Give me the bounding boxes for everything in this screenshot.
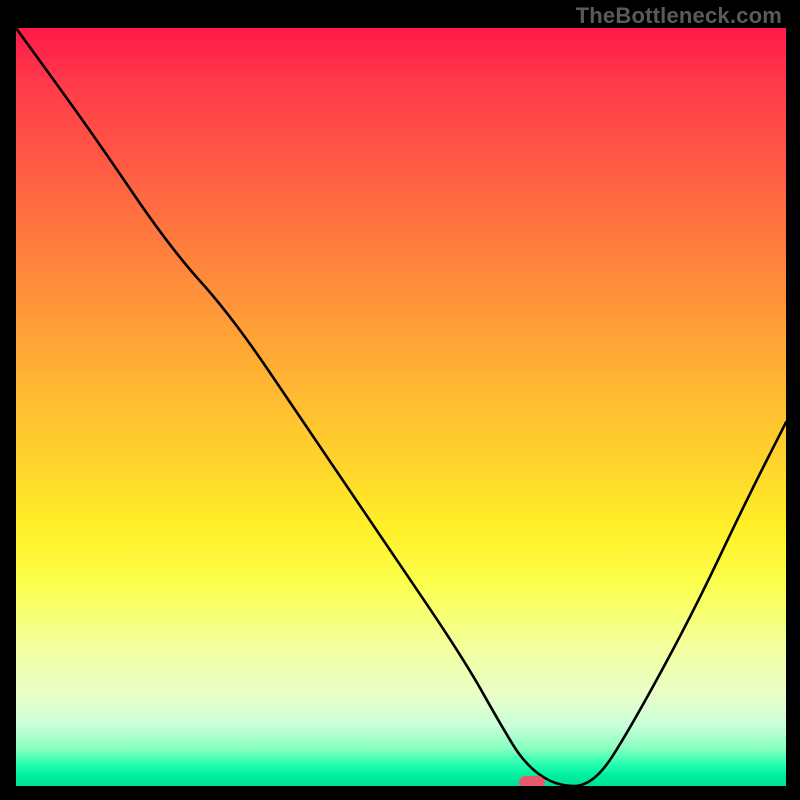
curve-svg [16,28,786,786]
chart-plot-area [16,28,786,786]
optimum-marker [519,776,545,786]
watermark: TheBottleneck.com [576,3,782,29]
bottleneck-curve [16,28,786,786]
